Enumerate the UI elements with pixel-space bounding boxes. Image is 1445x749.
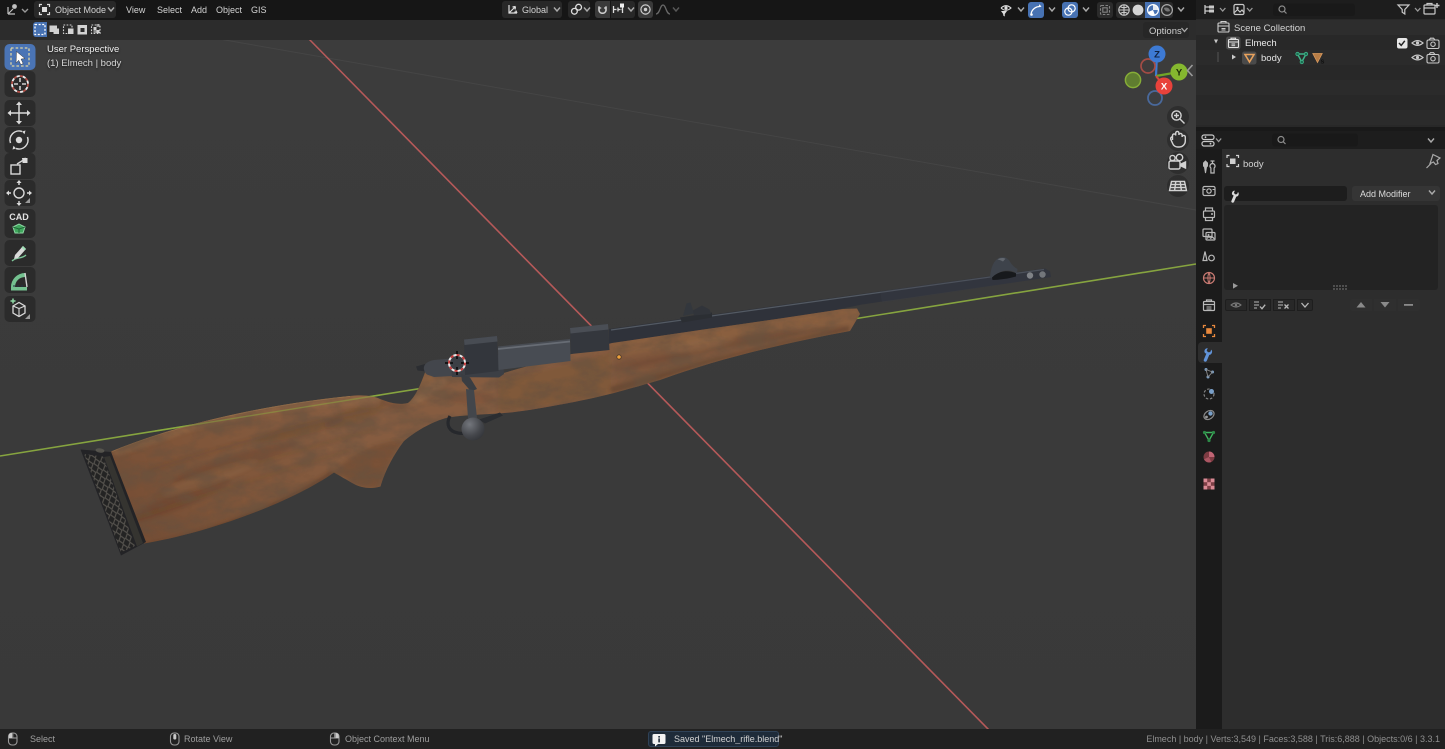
svg-text:Y: Y — [1176, 68, 1183, 79]
svg-text:X: X — [1161, 82, 1168, 93]
svg-text:Scene Collection: Scene Collection — [1234, 23, 1305, 34]
svg-text:Elmech: Elmech — [1245, 38, 1277, 49]
svg-text:body: body — [1261, 53, 1282, 64]
svg-text:CAD: CAD — [9, 212, 29, 222]
svg-text:s: s — [1321, 59, 1325, 66]
svg-text:Z: Z — [1154, 50, 1160, 61]
